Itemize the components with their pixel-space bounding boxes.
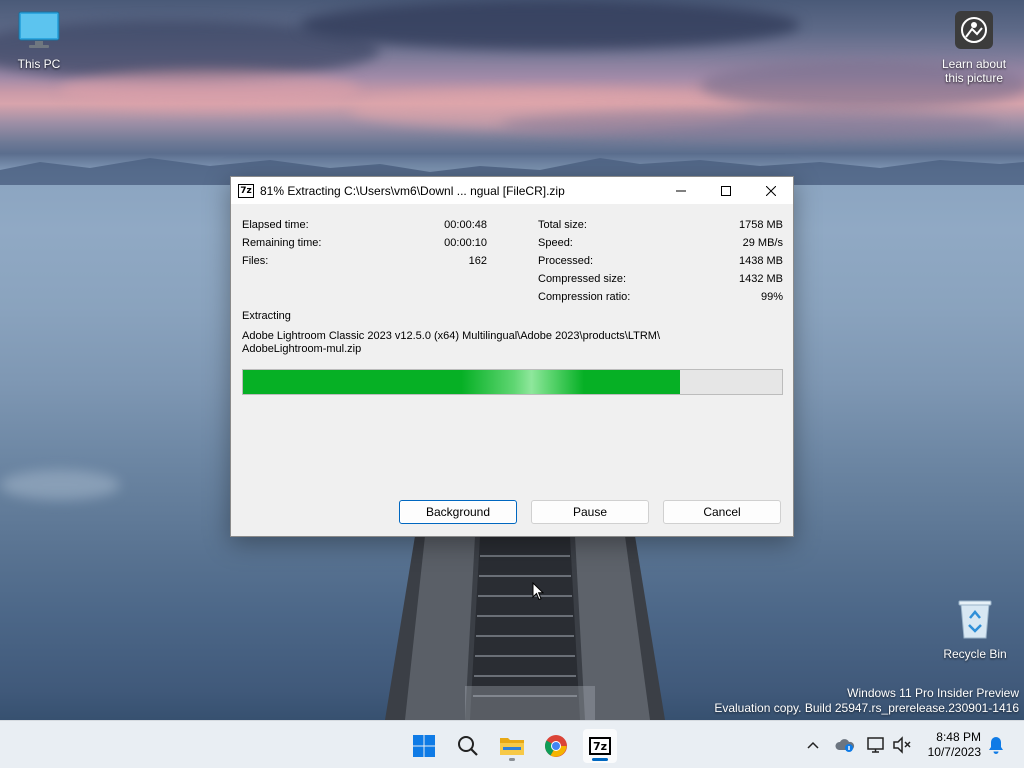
- file-explorer-icon: [500, 738, 524, 755]
- recycle-bin-label: Recycle Bin: [943, 647, 1007, 661]
- stat-value: 99%: [760, 291, 783, 303]
- mouse-cursor-icon: [532, 582, 544, 601]
- stat-value: 00:00:48: [444, 219, 487, 231]
- clock[interactable]: 8:48 PM 10/7/2023: [928, 730, 981, 760]
- maximize-button[interactable]: [703, 177, 749, 204]
- bell-icon: [989, 737, 1003, 754]
- chevron-up-icon: [807, 741, 819, 749]
- learn-about-label-line2: this picture: [944, 71, 1004, 85]
- background-button[interactable]: Background: [399, 500, 517, 524]
- progress-fill: [243, 370, 680, 394]
- watermark-line2: Evaluation copy. Build 25947.rs_prerelea…: [714, 701, 1019, 715]
- notifications-button[interactable]: [986, 735, 1006, 755]
- watermark-line1: Windows 11 Pro Insider Preview: [847, 686, 1019, 700]
- stat-row-elapsed: Elapsed time: 00:00:48: [242, 216, 487, 234]
- clock-date: 10/7/2023: [927, 745, 981, 759]
- maximize-icon: [721, 185, 731, 196]
- desktop-icon-this-pc[interactable]: This PC: [1, 10, 77, 71]
- minimize-icon: [676, 190, 686, 191]
- stat-row-files: Files: 162: [242, 252, 487, 270]
- wallpaper-haze: [0, 470, 120, 500]
- cancel-button[interactable]: Cancel: [663, 500, 781, 524]
- close-icon: [766, 185, 776, 196]
- stat-row-processed: Processed: 1438 MB: [538, 252, 783, 270]
- progress-bar: [242, 369, 783, 395]
- active-indicator: [592, 758, 608, 761]
- stat-label: Speed:: [538, 237, 573, 249]
- stat-value: 1758 MB: [738, 219, 783, 231]
- network-icon: [867, 737, 884, 753]
- stat-value: 1438 MB: [738, 255, 783, 267]
- stat-label: Compressed size:: [538, 273, 627, 285]
- stat-row-total-size: Total size: 1758 MB: [538, 216, 783, 234]
- stat-row-speed: Speed: 29 MB/s: [538, 234, 783, 252]
- desktop-icon-recycle-bin[interactable]: Recycle Bin: [937, 598, 1013, 661]
- volume-tray-button[interactable]: [892, 735, 912, 755]
- stat-label: Processed:: [538, 255, 594, 267]
- file-path-line1: Adobe Lightroom Classic 2023 v12.5.0 (x6…: [242, 330, 661, 342]
- extraction-progress-window: 7z 81% Extracting C:\Users\vm6\Downl ...…: [230, 176, 794, 537]
- monitor-icon: [18, 11, 60, 48]
- stat-value: 00:00:10: [444, 237, 487, 249]
- taskbar: 7z 8:48 PM 10/7/2023: [0, 720, 1024, 768]
- wallpaper-cloud: [300, 0, 800, 50]
- running-indicator: [509, 758, 515, 761]
- windows-start-icon: [413, 735, 435, 757]
- extracting-label: Extracting: [242, 310, 291, 322]
- windows-watermark: Windows 11 Pro Insider Preview Evaluatio…: [714, 686, 1019, 716]
- wallpaper-cloud: [500, 110, 1000, 140]
- stat-label: Remaining time:: [242, 237, 322, 249]
- stat-value: 1432 MB: [738, 273, 783, 285]
- desktop-icon-learn-about-picture[interactable]: Learn about this picture: [936, 10, 1012, 85]
- stat-label: Compression ratio:: [538, 291, 631, 303]
- network-tray-button[interactable]: [866, 735, 886, 755]
- right-stats: Total size: 1758 MB Speed: 29 MB/s Proce…: [538, 216, 783, 306]
- learn-about-label-line1: Learn about: [941, 57, 1007, 71]
- stat-label: Total size:: [538, 219, 587, 231]
- search-icon: [458, 736, 478, 756]
- search-button[interactable]: [451, 729, 485, 763]
- taskbar-chrome[interactable]: [539, 729, 573, 763]
- stat-row-remaining: Remaining time: 00:00:10: [242, 234, 487, 252]
- 7zip-taskbar-icon: 7z: [589, 737, 611, 755]
- stat-row-compression-ratio: Compression ratio: 99%: [538, 288, 783, 306]
- learn-about-picture-icon: [955, 11, 993, 49]
- stat-row-compressed-size: Compressed size: 1432 MB: [538, 270, 783, 288]
- 7zip-app-icon: 7z: [238, 183, 254, 198]
- file-path-line2: AdobeLightroom-mul.zip: [242, 343, 362, 355]
- close-button[interactable]: [748, 177, 794, 204]
- chrome-icon: [545, 735, 567, 757]
- clock-time: 8:48 PM: [936, 730, 981, 744]
- this-pc-label: This PC: [17, 57, 61, 71]
- start-button[interactable]: [407, 729, 441, 763]
- stat-label: Elapsed time:: [242, 219, 309, 231]
- minimize-button[interactable]: [658, 177, 704, 204]
- stat-value: 162: [468, 255, 487, 267]
- volume-muted-icon: [893, 736, 911, 754]
- pause-button[interactable]: Pause: [531, 500, 649, 524]
- onedrive-tray-button[interactable]: [835, 735, 855, 755]
- stat-label: Files:: [242, 255, 269, 267]
- wallpaper-pier: [385, 536, 665, 720]
- recycle-bin-icon: [958, 600, 992, 639]
- taskbar-file-explorer[interactable]: [495, 729, 529, 763]
- wallpaper-cloud: [60, 70, 360, 110]
- window-title: 81% Extracting C:\Users\vm6\Downl ... ng…: [260, 183, 565, 198]
- stat-value: 29 MB/s: [742, 237, 783, 249]
- current-file-path: Adobe Lightroom Classic 2023 v12.5.0 (x6…: [242, 330, 782, 356]
- taskbar-7zip[interactable]: 7z: [583, 729, 617, 763]
- onedrive-icon: [835, 739, 855, 752]
- show-hidden-icons-button[interactable]: [803, 735, 823, 755]
- title-bar[interactable]: 7z 81% Extracting C:\Users\vm6\Downl ...…: [231, 177, 793, 204]
- left-stats: Elapsed time: 00:00:48 Remaining time: 0…: [242, 216, 487, 270]
